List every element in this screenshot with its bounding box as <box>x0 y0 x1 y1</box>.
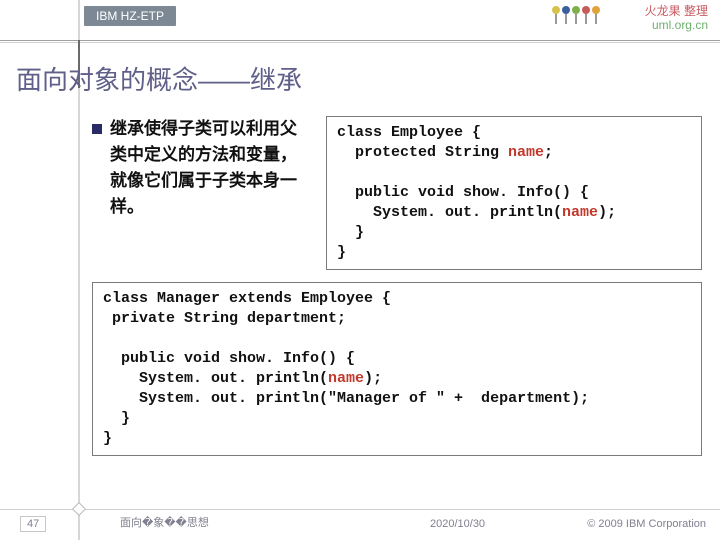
header-people-icons <box>552 6 600 24</box>
code-highlight: name <box>328 370 364 387</box>
bullet-item: 继承使得子类可以利用父类中定义的方法和变量，就像它们属于子类本身一样。 <box>92 116 312 220</box>
page-number: 47 <box>20 516 46 532</box>
code-line: class Employee { <box>337 124 481 141</box>
row-top: 继承使得子类可以利用父类中定义的方法和变量，就像它们属于子类本身一样。 clas… <box>92 116 702 270</box>
code-line: private String department; <box>103 310 346 327</box>
footer-date: 2020/10/30 <box>430 518 485 530</box>
bullet-block: 继承使得子类可以利用父类中定义的方法和变量，就像它们属于子类本身一样。 <box>92 116 312 220</box>
code-line: System. out. println("Manager of " + dep… <box>103 390 589 407</box>
bullet-text: 继承使得子类可以利用父类中定义的方法和变量，就像它们属于子类本身一样。 <box>110 116 312 220</box>
code-line: } <box>337 224 364 241</box>
code-line: } <box>103 430 112 447</box>
code-block-manager: class Manager extends Employee { private… <box>92 282 702 456</box>
code-text: ); <box>598 204 616 221</box>
code-line: } <box>337 244 346 261</box>
footer-copyright: © 2009 IBM Corporation <box>587 518 706 530</box>
header-tab: IBM HZ-ETP <box>84 6 176 26</box>
code-line: public void show. Info() { <box>337 184 589 201</box>
person-icon <box>572 6 580 24</box>
code-highlight: name <box>562 204 598 221</box>
footer-center-label: 面向�象��思想 <box>120 514 209 530</box>
watermark-line1: 火龙果 整理 <box>645 4 708 18</box>
person-icon <box>552 6 560 24</box>
header-bar: IBM HZ-ETP 火龙果 整理 uml.org.cn <box>0 0 720 42</box>
content-area: 继承使得子类可以利用父类中定义的方法和变量，就像它们属于子类本身一样。 clas… <box>92 116 702 456</box>
code-line: System. out. println( <box>103 370 328 387</box>
slide: IBM HZ-ETP 火龙果 整理 uml.org.cn 面向对象的概念——继承… <box>0 0 720 540</box>
watermark-line2: uml.org.cn <box>645 18 708 32</box>
code-line: public void show. Info() { <box>103 350 355 367</box>
code-text: ; <box>544 144 553 161</box>
code-text: ); <box>364 370 382 387</box>
bullet-square-icon <box>92 124 102 134</box>
code-highlight: name <box>508 144 544 161</box>
slide-title: 面向对象的概念——继承 <box>16 60 302 97</box>
code-line: class Manager extends Employee { <box>103 290 391 307</box>
code-line: protected String <box>337 144 508 161</box>
person-icon <box>592 6 600 24</box>
footer: 47 面向�象��思想 2020/10/30 © 2009 IBM Corpor… <box>0 512 720 532</box>
person-icon <box>562 6 570 24</box>
person-icon <box>582 6 590 24</box>
divider <box>0 40 720 41</box>
divider <box>0 42 720 43</box>
watermark: 火龙果 整理 uml.org.cn <box>645 4 708 32</box>
code-line: System. out. println( <box>337 204 562 221</box>
code-line: } <box>103 410 130 427</box>
code-block-employee: class Employee { protected String name; … <box>326 116 702 270</box>
footer-divider <box>0 509 720 510</box>
